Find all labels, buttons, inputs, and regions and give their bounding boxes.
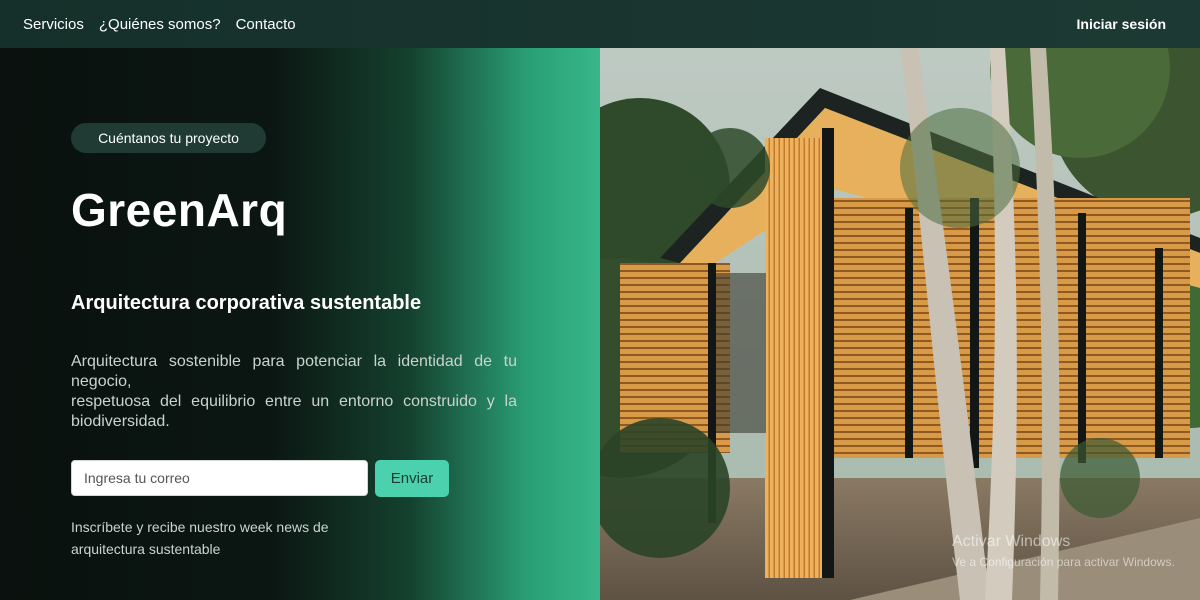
note-line: arquitectura sustentable xyxy=(71,541,221,557)
send-button[interactable]: Enviar xyxy=(375,460,449,497)
top-navbar: Servicios ¿Quiénes somos? Contacto Inici… xyxy=(0,0,1200,48)
windows-activation-title: Activar Windows xyxy=(952,533,1071,550)
hero-description: Arquitectura sostenible para potenciar l… xyxy=(71,352,517,432)
nav-link-quienes-somos[interactable]: ¿Quiénes somos? xyxy=(99,16,221,33)
hero-photo xyxy=(600,48,1200,600)
email-input[interactable] xyxy=(71,460,368,496)
hero-panel: Cuéntanos tu proyecto GreenArq Arquitect… xyxy=(0,48,600,600)
login-link[interactable]: Iniciar sesión xyxy=(1077,16,1166,32)
description-line: respetuosa del equilibrio entre un entor… xyxy=(71,393,517,430)
project-pill-button[interactable]: Cuéntanos tu proyecto xyxy=(71,123,266,153)
description-line: Arquitectura sostenible para potenciar l… xyxy=(71,353,517,390)
newsletter-note: Inscríbete y recibe nuestro week news de… xyxy=(71,516,371,560)
nav-link-contacto[interactable]: Contacto xyxy=(236,16,296,33)
wooden-house-illustration xyxy=(600,48,1200,600)
windows-activation-subtitle: Ve a Configuración para activar Windows. xyxy=(952,555,1175,569)
brand-title: GreenArq xyxy=(71,184,288,236)
nav-links: Servicios ¿Quiénes somos? Contacto xyxy=(23,16,296,33)
nav-link-servicios[interactable]: Servicios xyxy=(23,16,84,33)
note-line: Inscríbete y recibe nuestro week news de xyxy=(71,519,329,535)
hero-subtitle: Arquitectura corporativa sustentable xyxy=(71,292,422,314)
